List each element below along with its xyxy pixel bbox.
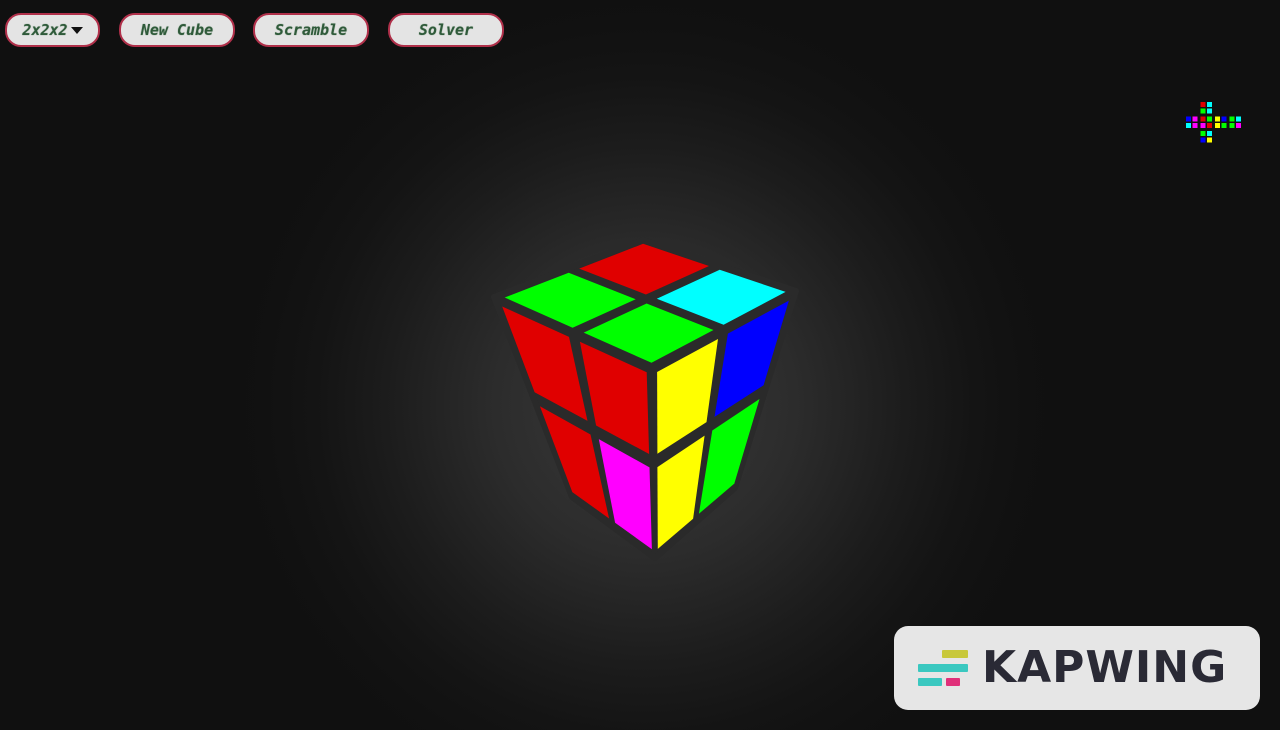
- minimap-sticker-R: [1215, 116, 1220, 122]
- minimap-sticker-R: [1221, 123, 1227, 128]
- minimap-sticker-U: [1200, 102, 1206, 107]
- minimap-sticker-L: [1192, 116, 1198, 122]
- minimap-sticker-B: [1236, 123, 1241, 128]
- watermark-text: KAPWING: [982, 642, 1228, 693]
- minimap-sticker-U: [1207, 108, 1212, 114]
- minimap-sticker-D: [1207, 137, 1212, 143]
- cube-net-minimap: [1186, 102, 1241, 143]
- cube-viewport[interactable]: 2x2x2 New Cube Scramble Solver KAPWING: [0, 0, 1280, 730]
- minimap-sticker-F: [1200, 123, 1206, 128]
- minimap-sticker-U: [1207, 102, 1212, 107]
- minimap-sticker-D: [1200, 131, 1206, 136]
- minimap-sticker-B: [1236, 116, 1241, 122]
- minimap-sticker-D: [1200, 137, 1206, 143]
- kapwing-logo-icon: [918, 650, 968, 686]
- minimap-sticker-D: [1207, 131, 1212, 136]
- minimap-sticker-L: [1186, 116, 1191, 122]
- minimap-sticker-F: [1207, 123, 1212, 128]
- minimap-sticker-R: [1221, 116, 1227, 122]
- minimap-sticker-U: [1200, 108, 1206, 114]
- minimap-sticker-B: [1229, 123, 1235, 128]
- minimap-sticker-F: [1207, 116, 1212, 122]
- kapwing-watermark: KAPWING: [894, 626, 1260, 710]
- minimap-sticker-L: [1186, 123, 1191, 128]
- minimap-sticker-B: [1229, 116, 1235, 122]
- minimap-sticker-R: [1215, 123, 1220, 128]
- minimap-sticker-L: [1192, 123, 1198, 128]
- minimap-sticker-F: [1200, 116, 1206, 122]
